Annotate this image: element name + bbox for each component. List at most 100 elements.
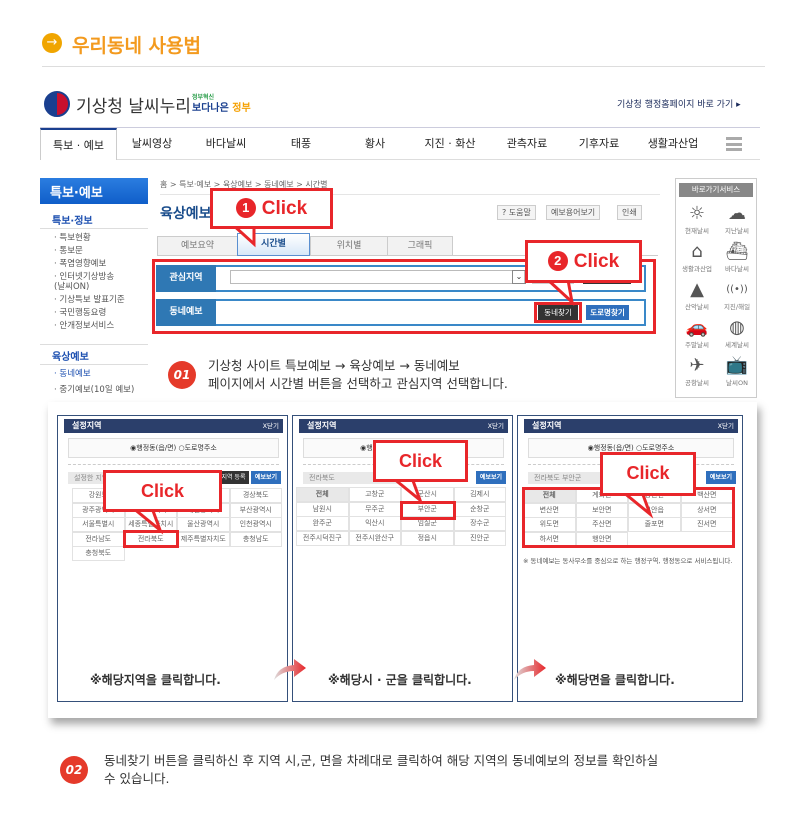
kma-logo[interactable] [44,91,70,117]
quick-item[interactable]: ⛴ 바다날씨 [717,241,757,273]
page-title: 우리동네 사용법 [72,35,201,57]
region-cell[interactable]: 인천광역시 [229,517,282,532]
sidebar-item[interactable]: · 특보현황 [54,233,91,243]
terms-button[interactable]: 예보용어보기 [546,205,601,220]
panel-header: 설정지역 X닫기 [299,419,508,433]
sidebar-section-land[interactable]: 육상예보 [52,348,89,363]
print-button[interactable]: 인쇄 [617,205,642,220]
region-cell[interactable]: 진안군 [453,530,506,546]
quick-item[interactable]: 📺 날씨ON [717,355,757,387]
airplane-icon: ✈ [689,355,705,376]
sidebar-item[interactable]: · 폭염영향예보 [54,259,106,269]
panel-note: ※ 동네예보는 동사무소를 중심으로 하는 행정구역, 행정동으로 서비스됩니다… [523,557,733,565]
region-cell[interactable]: 울산광역시 [177,517,230,532]
sidebar-item[interactable]: · 인터넷기상방송 [54,272,114,282]
gov-logo: 정부혁신 보다나은 정부 [192,94,251,114]
view-forecast-button[interactable]: 예보보기 [251,471,281,484]
help-button[interactable]: ? 도움말 [497,205,536,220]
region-cell[interactable]: 경상북도 [229,488,282,503]
quick-item-label: 공항날씨 [685,379,709,387]
view-forecast-button[interactable]: 예보보기 [476,471,506,484]
tab-location[interactable]: 위치별 [310,236,388,256]
globe-icon: ◍ [729,317,745,338]
region-cell[interactable]: 충청남도 [229,531,282,547]
region-cell[interactable]: 정읍시 [401,530,454,546]
sidebar-header: 특보·예보 [40,178,148,204]
region-cell[interactable]: 서울특별시 [72,517,125,532]
region-cell[interactable]: 전주시완산구 [348,530,401,546]
region-select[interactable] [230,270,525,284]
find-dong-button[interactable]: 동네찾기 [538,305,578,320]
quick-item[interactable]: 🚗 주말날씨 [677,317,717,349]
nav-item[interactable]: 지진 · 화산 [412,128,488,160]
region-cell[interactable]: 충청북도 [72,546,125,561]
admin-site-link[interactable]: 기상청 행정홈페이지 바로 가기 ▸ [617,97,741,110]
quick-item-label: 현재날씨 [685,227,709,235]
quick-item-label: 지난날씨 [725,227,749,235]
region-cell[interactable]: 부산광역시 [229,502,282,518]
view-forecast-button[interactable]: 예보보기 [706,471,736,484]
region-cell[interactable]: 순창군 [453,501,506,517]
sidebar-item[interactable]: · 중기예보(10일 예보) [54,385,134,395]
sidebar-item[interactable]: · 기상특보 발표기준 [54,295,125,305]
region-cell[interactable]: 장수군 [453,516,506,531]
quick-item-label: 바다날씨 [725,265,749,273]
nav-item[interactable]: 기후자료 [566,128,632,160]
step-01-badge: 01 [168,361,196,389]
menu-icon[interactable] [726,137,742,151]
chevron-down-icon[interactable]: ⌄ [512,270,526,284]
quick-service-panel: 바로가기서비스 ☼ 현재날씨 ☁ 지난날씨 ⌂ 생활과산업 ⛴ 바다날씨 ▲ 산악날씨 ((•)) 지… [675,178,757,398]
quick-item[interactable]: ◍ 세계날씨 [717,317,757,349]
region-cell[interactable]: 제주특별자치도 [177,531,230,547]
region-cell[interactable]: 전주시덕진구 [296,530,349,546]
quick-item-label: 주말날씨 [685,341,709,349]
nav-item[interactable]: 황사 [345,128,405,160]
panel-caption: ※해당지역을 클릭합니다. [90,673,221,687]
sidebar-item[interactable]: · 통보문 [54,246,83,256]
callout-2: 2 Click [525,240,642,283]
quick-item[interactable]: ▲ 산악날씨 [677,279,717,311]
nav-item[interactable]: 관측자료 [492,128,562,160]
region-cell[interactable]: 전라남도 [72,531,125,547]
divider [40,228,148,229]
sidebar-item[interactable]: (날씨ON) [54,282,89,292]
mountain-icon: ▲ [690,279,704,300]
main-nav: 특보 · 예보 날씨영상 바다날씨 태풍 황사 지진 · 화산 관측자료 기후자료 생활과산업 [40,127,760,160]
panel-header: 설정지역 X닫기 [64,419,283,433]
region-cell[interactable]: 김제시 [453,487,506,502]
quick-item[interactable]: ⌂ 생활과산업 [677,241,717,273]
nav-item[interactable]: 특보 · 예보 [40,128,117,160]
sidebar-item[interactable]: · 안개정보서비스 [54,321,114,331]
region-cell[interactable]: 완주군 [296,516,349,531]
close-button[interactable]: X닫기 [263,419,279,433]
panel-caption: ※해당면을 클릭합니다. [555,673,675,687]
nav-item[interactable]: 바다날씨 [190,128,262,160]
region-cell[interactable]: 전체 [296,487,349,502]
quick-service-header: 바로가기서비스 [679,183,753,197]
sidebar-section-warning[interactable]: 특보·정보 [52,212,93,227]
nav-item[interactable]: 생활과산업 [635,128,711,160]
sidebar-item[interactable]: · 국민행동요령 [54,308,106,318]
step-02-line1: 동네찾기 버튼을 클릭하신 후 지역 시,군, 면을 차례대로 클릭하여 해당 … [104,753,659,768]
close-button[interactable]: X닫기 [718,419,734,433]
region-cell[interactable]: 익산시 [348,516,401,531]
quick-item[interactable]: ☁ 지난날씨 [717,203,757,235]
tab-graphic[interactable]: 그래픽 [387,236,453,256]
nav-item[interactable]: 날씨영상 [118,128,186,160]
quick-item[interactable]: ☼ 현재날씨 [677,203,717,235]
find-road-button[interactable]: 도로명찾기 [586,305,629,320]
tab-summary[interactable]: 예보요약 [157,236,238,256]
brand-name[interactable]: 기상청 날씨누리 [76,92,191,117]
house-icon: ⌂ [691,241,703,262]
quick-item-label: 생활과산업 [682,265,712,273]
close-button[interactable]: X닫기 [488,419,504,433]
quick-item[interactable]: ✈ 공항날씨 [677,355,717,387]
region-cell[interactable]: 남원시 [296,501,349,517]
quick-item-label: 산악날씨 [685,303,709,311]
panel-caption: ※해당시 · 군을 클릭합니다. [328,673,472,687]
quick-item[interactable]: ((•)) 지진/해일 [717,279,757,311]
quick-item-label: 날씨ON [726,379,748,387]
sidebar-item[interactable]: · 동네예보 [54,369,91,379]
address-type-radio[interactable]: ◉행정동(읍/면) ○도로명주소 [68,438,279,458]
nav-item[interactable]: 태풍 [266,128,336,160]
